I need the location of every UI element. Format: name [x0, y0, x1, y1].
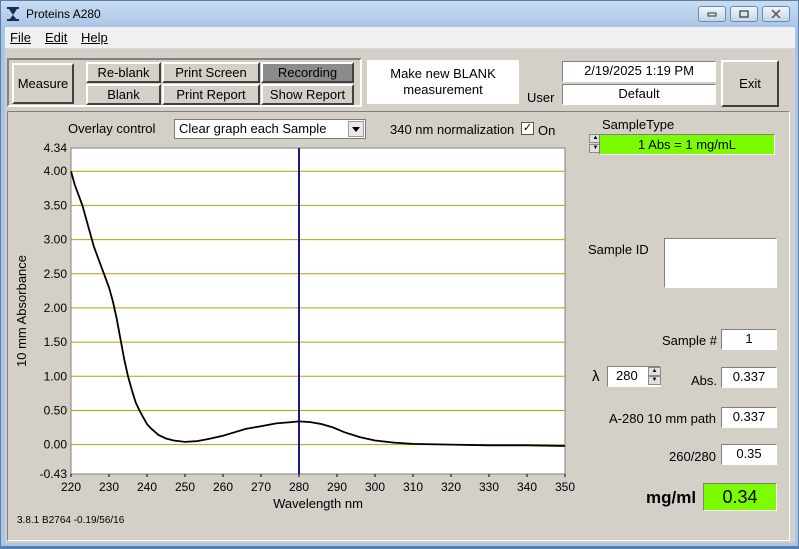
a280-field: 0.337	[721, 407, 777, 428]
x-tick-label: 310	[403, 480, 423, 494]
close-icon	[771, 10, 781, 18]
y-tick-label: 3.00	[44, 233, 68, 247]
x-tick-label: 230	[99, 480, 119, 494]
maximize-button[interactable]	[730, 6, 758, 22]
sample-number-field[interactable]: 1	[721, 329, 777, 350]
x-tick-label: 220	[61, 480, 81, 494]
minimize-icon	[707, 12, 717, 17]
y-tick-label: 2.00	[44, 301, 68, 315]
minimize-button[interactable]	[698, 6, 726, 22]
lambda-down[interactable]: ▼	[648, 376, 661, 385]
x-tick-label: 330	[479, 480, 499, 494]
sample-number-label: Sample #	[662, 333, 717, 348]
exit-button[interactable]: Exit	[721, 60, 779, 107]
app-window: Proteins A280 File Edit Help Measure Re-…	[0, 0, 799, 547]
y-tick-label: 4.00	[44, 164, 68, 178]
title-bar: Proteins A280	[1, 1, 798, 27]
y-tick-label: 1.50	[44, 335, 68, 349]
y-tick-label: 4.34	[44, 141, 68, 155]
lambda-symbol: λ	[592, 368, 600, 385]
y-tick-label: 3.50	[44, 198, 68, 212]
x-tick-label: 250	[175, 480, 195, 494]
ratio-field: 0.35	[721, 444, 777, 465]
y-tick-label: 1.00	[44, 369, 68, 383]
lambda-up[interactable]: ▲	[648, 367, 661, 376]
a280-label: A-280 10 mm path	[609, 411, 716, 426]
close-button[interactable]	[762, 6, 790, 22]
abs-label: Abs.	[691, 373, 718, 388]
x-tick-label: 340	[517, 480, 537, 494]
menu-file[interactable]: File	[10, 30, 31, 45]
y-tick-label: 2.50	[44, 267, 68, 281]
main-panel: Measure Re-blank Blank Print Screen Prin…	[5, 49, 795, 543]
sample-type-field[interactable]: 1 Abs = 1 mg/mL	[599, 134, 775, 155]
y-axis-label: 10 mm Absorbance	[14, 255, 29, 367]
plot-area	[70, 147, 566, 475]
y-tick-label: 0.50	[44, 403, 68, 417]
lambda-value: 280	[616, 368, 638, 383]
app-icon	[7, 7, 19, 21]
sample-id-field[interactable]	[664, 238, 777, 288]
x-tick-label: 290	[327, 480, 347, 494]
x-tick-label: 350	[555, 480, 575, 494]
x-tick-label: 320	[441, 480, 461, 494]
sample-type-label: SampleType	[602, 117, 675, 132]
absorbance-chart: -0.43 0.00 0.50 1.00 1.50 2.00 2.50 3.00 3.50 4.0…	[14, 141, 575, 511]
abs-field: 0.337	[721, 367, 777, 388]
concentration-label: mg/ml	[646, 488, 697, 507]
maximize-icon	[739, 10, 749, 18]
x-tick-label: 260	[213, 480, 233, 494]
sample-id-label: Sample ID	[588, 242, 649, 257]
x-tick-label: 270	[251, 480, 271, 494]
y-tick-label: -0.43	[40, 467, 68, 481]
menu-help[interactable]: Help	[81, 30, 108, 45]
y-tick-label: 0.00	[44, 438, 68, 452]
x-tick-label: 280	[289, 480, 309, 494]
window-title: Proteins A280	[26, 7, 101, 21]
datetime-field: 2/19/2025 1:19 PM	[562, 61, 716, 82]
concentration-value: 0.34	[703, 483, 777, 511]
x-tick-label: 240	[137, 480, 157, 494]
x-tick-label: 300	[365, 480, 385, 494]
ratio-label: 260/280	[669, 449, 716, 464]
menu-edit[interactable]: Edit	[45, 30, 67, 45]
menu-bar: File Edit Help	[5, 27, 795, 49]
x-axis-label: Wavelength nm	[273, 496, 363, 511]
user-field[interactable]: Default	[562, 84, 716, 105]
